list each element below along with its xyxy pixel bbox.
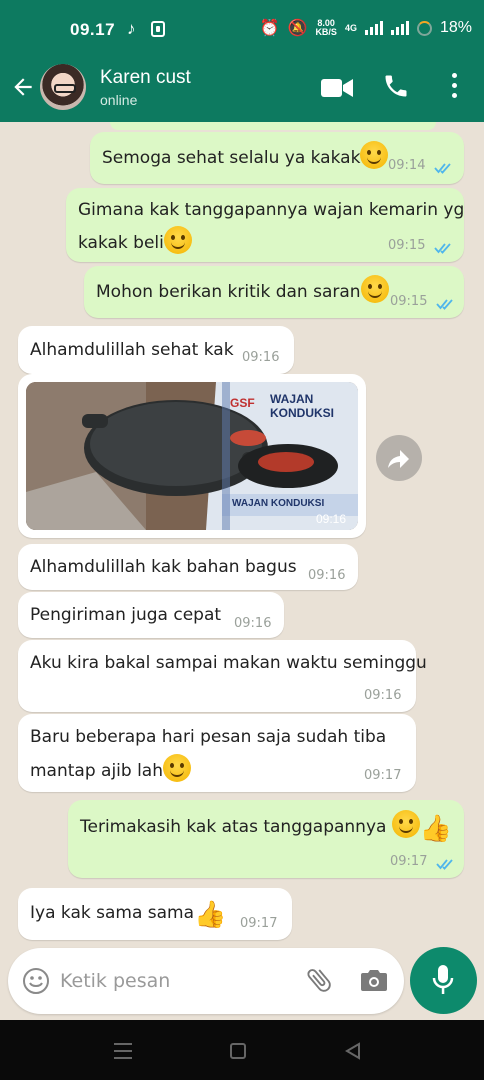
smile-emoji-icon xyxy=(163,754,192,782)
message-text: Alhamdulillah sehat kak xyxy=(30,340,234,360)
message-bubble-outgoing[interactable]: Semoga sehat selalu ya kakak 09:14 xyxy=(90,132,464,184)
message-time: 09:15 xyxy=(390,294,428,309)
app-notification-icon xyxy=(151,21,165,37)
back-arrow-icon[interactable] xyxy=(10,74,36,100)
mic-icon xyxy=(432,965,454,994)
message-text: Pengiriman juga cepat xyxy=(30,605,222,625)
box-title: WAJAN KONDUKSI xyxy=(270,392,335,420)
message-text: Terimakasih kak atas tanggapannya xyxy=(80,817,387,837)
network-speed: 8.00 KB/S xyxy=(315,19,337,37)
system-nav-bar xyxy=(0,1020,484,1080)
message-time: 09:16 xyxy=(242,350,280,365)
box-brand: GSF xyxy=(230,396,255,410)
network-speed-unit: KB/S xyxy=(315,27,337,37)
mic-button[interactable] xyxy=(410,947,477,1014)
message-bubble-incoming[interactable]: Baru beberapa hari pesan saja sudah tiba… xyxy=(18,714,416,792)
forward-button[interactable] xyxy=(376,435,422,481)
status-time: 09.17 xyxy=(70,20,116,39)
contact-name[interactable]: Karen cust xyxy=(100,67,191,89)
message-bubble-outgoing[interactable]: Mohon berikan kritik dan saran 09:15 xyxy=(84,266,464,318)
status-indicators: ⏰ 🔕 8.00 KB/S 4G 18% xyxy=(260,18,472,38)
music-note-icon: ♪ xyxy=(127,19,136,38)
avatar[interactable] xyxy=(40,64,86,110)
forward-icon xyxy=(388,450,409,468)
message-text: Alhamdulillah kak bahan bagus xyxy=(30,557,297,577)
smile-emoji-icon xyxy=(360,141,389,169)
message-time: 09:17 xyxy=(390,854,428,869)
read-receipt-icon xyxy=(434,163,451,174)
smiley-icon[interactable] xyxy=(22,967,50,995)
camera-icon[interactable] xyxy=(360,967,388,993)
smile-emoji-icon xyxy=(360,275,389,303)
message-bubble-incoming[interactable]: Alhamdulillah sehat kak 09:16 xyxy=(18,326,294,374)
message-text: Mohon berikan kritik dan saran xyxy=(96,282,361,302)
contact-status: online xyxy=(100,92,138,108)
message-input-bar[interactable]: Ketik pesan xyxy=(8,948,404,1014)
message-text-line-1: Gimana kak tanggapannya wajan kemarin yg xyxy=(78,200,465,220)
previous-message-edge xyxy=(110,122,436,130)
video-call-icon[interactable] xyxy=(320,76,354,100)
message-input-placeholder[interactable]: Ketik pesan xyxy=(60,970,170,992)
chat-area[interactable]: Semoga sehat selalu ya kakak 09:14 Giman… xyxy=(0,122,484,1020)
message-text-line-1: Baru beberapa hari pesan saja sudah tiba xyxy=(30,727,387,747)
read-receipt-icon xyxy=(436,299,453,310)
message-text-line-2: mantap ajib lah xyxy=(30,761,164,781)
battery-ring-icon xyxy=(416,20,432,36)
message-bubble-incoming[interactable]: Alhamdulillah kak bahan bagus 09:16 xyxy=(18,544,358,590)
message-time: 09:17 xyxy=(364,768,402,783)
smile-emoji-icon xyxy=(163,226,192,254)
message-time: 09:16 xyxy=(315,512,346,526)
phone-icon[interactable] xyxy=(382,72,410,100)
thumbs-up-emoji-icon: 👍 xyxy=(194,900,227,930)
message-bubble-incoming[interactable]: Iya kak sama sama👍 09:17 xyxy=(18,888,292,940)
message-time: 09:16 xyxy=(308,568,346,583)
message-time: 09:15 xyxy=(388,238,426,253)
message-bubble-incoming[interactable]: Aku kira bakal sampai makan waktu seming… xyxy=(18,640,427,712)
status-bar: 09.17 ♪ ⏰ 🔕 8.00 KB/S 4G 18% xyxy=(0,0,484,58)
more-vert-icon[interactable] xyxy=(448,73,460,101)
smile-emoji-icon xyxy=(391,810,420,838)
message-text: Semoga sehat selalu ya kakak xyxy=(102,148,361,168)
message-bubble-outgoing[interactable]: Gimana kak tanggapannya wajan kemarin yg… xyxy=(66,188,464,262)
message-time: 09:16 xyxy=(234,616,272,631)
attach-icon[interactable] xyxy=(304,965,334,995)
read-receipt-icon xyxy=(434,243,451,254)
signal-icon xyxy=(364,21,383,35)
nav-recents-icon[interactable] xyxy=(114,1043,132,1064)
alarm-icon: ⏰ xyxy=(259,20,280,37)
image-message[interactable]: GSF WAJAN KONDUKSI WAJAN KONDUKSI 09:16 xyxy=(18,374,366,538)
chat-header: Karen cust online xyxy=(0,58,484,122)
message-bubble-outgoing[interactable]: Terimakasih kak atas tanggapannya 👍 09:1… xyxy=(68,800,464,878)
nav-back-icon[interactable] xyxy=(344,1042,362,1060)
message-time: 09:16 xyxy=(364,688,402,703)
mute-icon: 🔕 xyxy=(287,20,308,37)
message-time: 09:14 xyxy=(388,158,426,173)
message-text: Aku kira bakal sampai makan waktu seming… xyxy=(30,653,427,673)
thumbs-up-emoji-icon: 👍 xyxy=(419,814,453,844)
message-bubble-incoming[interactable]: Pengiriman juga cepat 09:16 xyxy=(18,592,284,638)
network-type: 4G xyxy=(344,22,357,33)
battery-level: 18% xyxy=(439,19,472,36)
product-photo[interactable]: GSF WAJAN KONDUKSI WAJAN KONDUKSI 09:16 xyxy=(26,382,358,530)
message-text-line-2: kakak beli xyxy=(78,233,164,253)
nav-home-icon[interactable] xyxy=(230,1043,246,1059)
signal-icon-2 xyxy=(390,21,409,35)
message-time: 09:17 xyxy=(240,916,278,931)
box-title-bottom: WAJAN KONDUKSI xyxy=(232,498,325,509)
read-receipt-icon xyxy=(436,859,453,870)
message-text: Iya kak sama sama xyxy=(30,903,195,923)
